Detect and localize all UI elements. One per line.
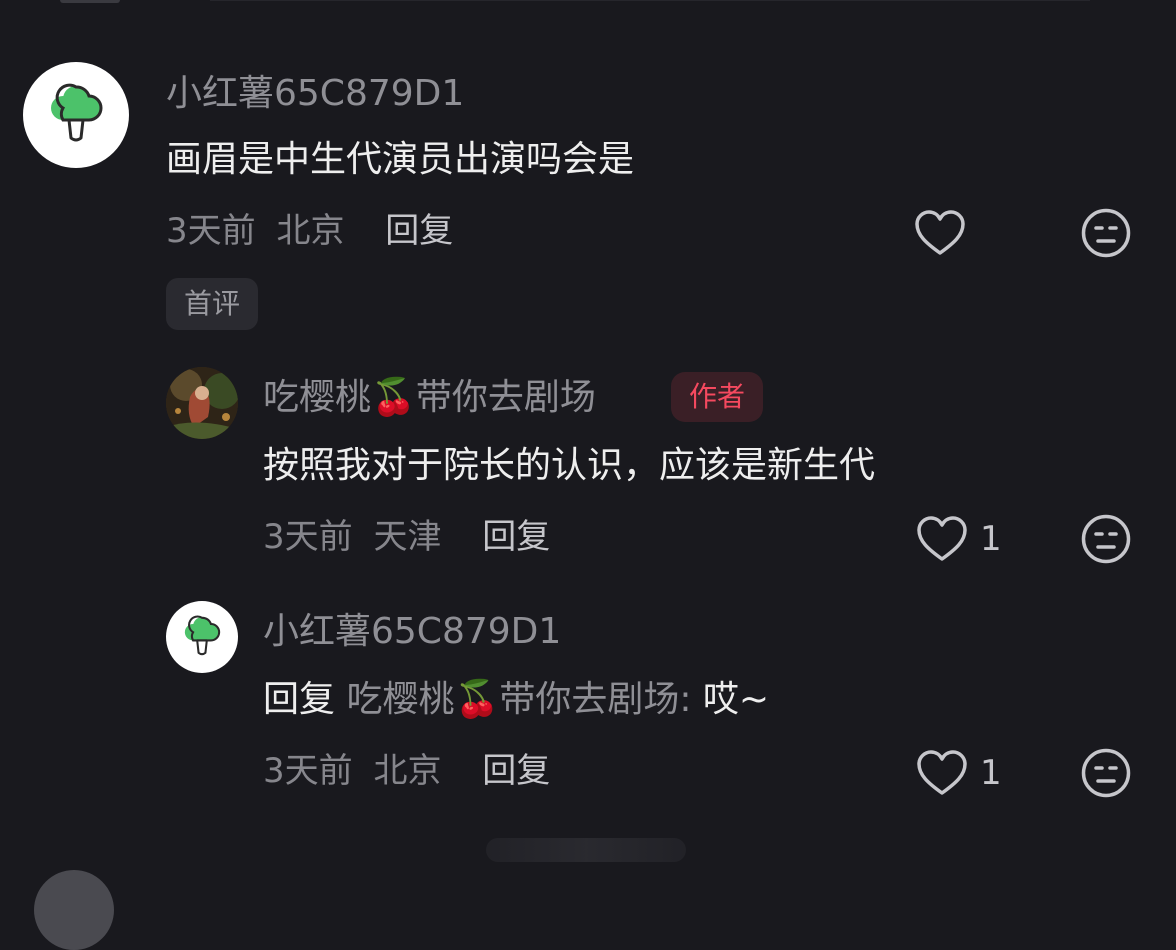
cherry-emoji: 🍒	[371, 377, 416, 418]
cherry-emoji: 🍒	[454, 679, 500, 720]
heart-outline-icon	[917, 516, 967, 561]
reply-target-user[interactable]: 吃樱桃🍒带你去剧场:	[346, 679, 691, 720]
dislike-button[interactable]	[1080, 513, 1132, 565]
dislike-button[interactable]	[1080, 747, 1132, 799]
reply-username[interactable]: 小红薯65C879D1	[263, 610, 561, 654]
heart-outline-icon	[917, 750, 967, 795]
like-count: 1	[980, 519, 1002, 559]
comment-meta: 3天前 北京 回复	[166, 209, 453, 253]
painting-avatar-icon	[166, 367, 238, 439]
reply-body: 哎~	[702, 679, 770, 720]
reply-prefix: 回复	[263, 679, 336, 720]
comment-text: 画眉是中生代演员出演吗会是	[166, 139, 635, 180]
reply-time: 3天前	[263, 751, 353, 791]
reply-username-text: 吃樱桃	[263, 377, 372, 418]
meh-face-icon	[1081, 748, 1131, 798]
divider	[210, 0, 1090, 1]
meh-face-icon	[1081, 514, 1131, 564]
like-count: 1	[980, 753, 1002, 793]
reply-location: 北京	[373, 751, 442, 791]
reply-username-text: 带你去剧场	[415, 377, 596, 418]
broccoli-icon	[51, 83, 103, 142]
like-button[interactable]	[914, 209, 966, 257]
comment-username[interactable]: 小红薯65C879D1	[166, 72, 464, 116]
reply-username[interactable]: 吃樱桃🍒带你去剧场	[263, 376, 596, 420]
avatar[interactable]	[34, 870, 114, 950]
first-comment-badge: 首评	[166, 278, 259, 330]
reply-target-name: 吃樱桃	[346, 679, 455, 720]
avatar[interactable]	[166, 601, 238, 673]
reply-target-name: 带你去剧场:	[499, 679, 692, 720]
reply-button[interactable]: 回复	[482, 517, 550, 557]
previous-item-edge	[60, 0, 120, 3]
meh-face-icon	[1081, 208, 1131, 258]
avatar[interactable]	[166, 367, 238, 439]
reply-text: 回复 吃樱桃🍒带你去剧场: 哎~	[263, 678, 769, 722]
reply-button[interactable]: 回复	[482, 751, 550, 791]
like-button[interactable]: 1	[916, 749, 1002, 797]
reply-meta: 3天前 天津 回复	[263, 515, 550, 559]
like-button[interactable]: 1	[916, 515, 1002, 563]
expand-more-replies[interactable]	[486, 838, 686, 862]
comment-location: 北京	[276, 211, 345, 251]
reply-time: 3天前	[263, 517, 353, 557]
avatar[interactable]	[23, 62, 129, 168]
comment-time: 3天前	[166, 211, 256, 251]
reply-meta: 3天前 北京 回复	[263, 749, 550, 793]
reply-location: 天津	[373, 517, 442, 557]
heart-outline-icon	[915, 210, 965, 255]
broccoli-icon	[184, 615, 221, 656]
dislike-button[interactable]	[1080, 207, 1132, 259]
reply-text: 按照我对于院长的认识，应该是新生代	[263, 445, 876, 486]
reply-button[interactable]: 回复	[385, 211, 453, 251]
author-badge: 作者	[671, 372, 764, 422]
